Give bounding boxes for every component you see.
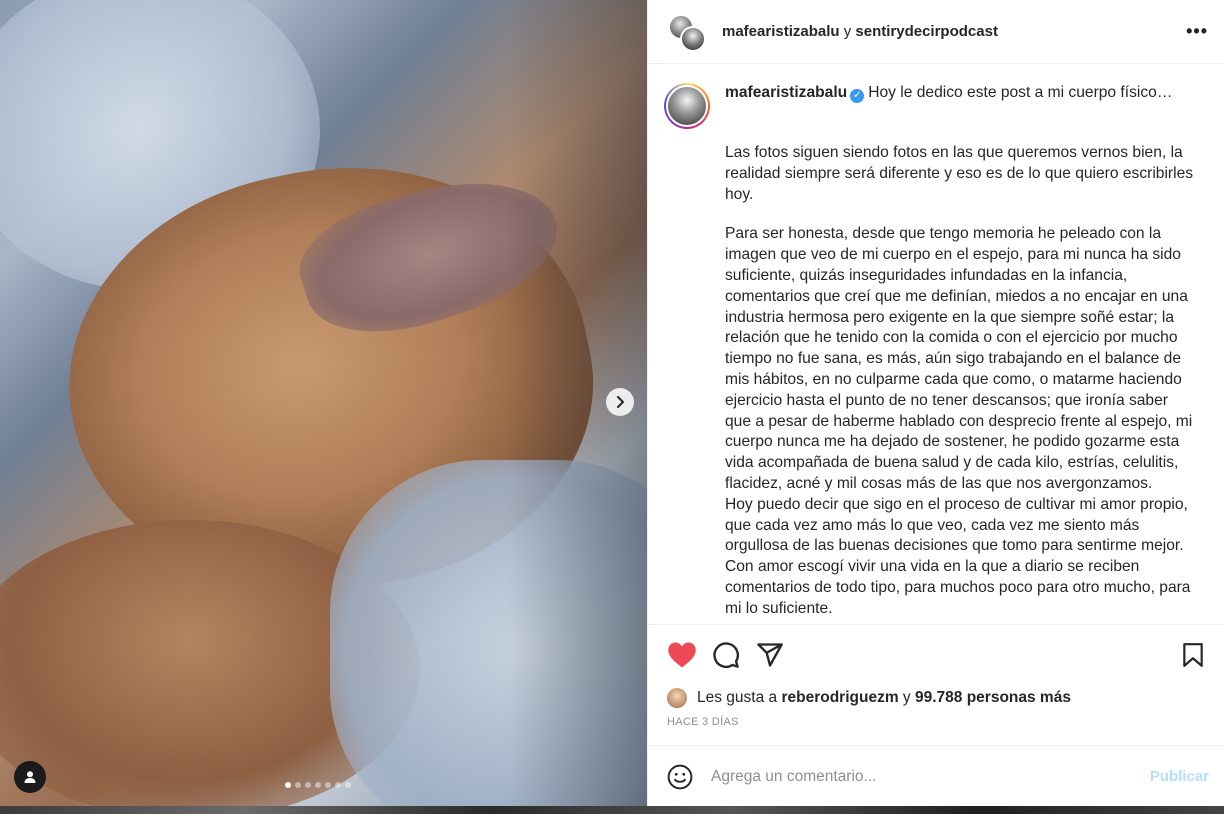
author-link[interactable]: sentirydecirpodcast	[855, 23, 998, 40]
slide-dot	[345, 782, 351, 788]
user-tag-icon	[24, 771, 36, 783]
more-horizontal-icon: •••	[1186, 21, 1208, 41]
avatar	[680, 25, 706, 52]
next-slide-button[interactable]	[606, 388, 634, 416]
collab-avatars[interactable]	[668, 12, 708, 52]
post-media[interactable]	[0, 0, 647, 806]
comment-button[interactable]	[710, 639, 742, 671]
caption-paragraph: Para ser honesta, desde que tengo memori…	[725, 225, 1193, 617]
instagram-post-modal: mafearistizabalu y sentirydecirpodcast •…	[0, 0, 1224, 814]
verified-badge-icon: ✓	[850, 89, 865, 103]
likes-count[interactable]: 99.788 personas más	[915, 689, 1071, 707]
slide-dot	[315, 782, 321, 788]
slide-dot	[325, 782, 331, 788]
comment-composer: Publicar	[648, 745, 1224, 807]
like-button[interactable]	[666, 639, 698, 671]
bookmark-icon	[1183, 642, 1203, 667]
emoji-icon	[667, 764, 693, 789]
heart-filled-icon	[668, 642, 696, 667]
likes-prefix: Les gusta a	[697, 689, 778, 706]
caption-header: mafearistizabalu ✓ Hoy le dedico este post…	[664, 83, 1209, 129]
post-details-panel: mafearistizabalu y sentirydecirpodcast •…	[647, 0, 1224, 806]
slide-dot	[305, 782, 311, 788]
tagged-users-button[interactable]	[14, 761, 46, 793]
feed-thumbnail-strip	[0, 806, 1224, 814]
slide-dot	[335, 782, 341, 788]
comment-icon	[713, 641, 739, 668]
story-ring-avatar[interactable]	[664, 83, 710, 129]
slide-dot	[295, 782, 301, 788]
post-header: mafearistizabalu y sentirydecirpodcast •…	[648, 0, 1224, 64]
share-button[interactable]	[754, 639, 786, 671]
comment-input[interactable]	[711, 767, 1150, 786]
slide-indicator	[285, 782, 351, 788]
post-caption[interactable]: mafearistizabalu ✓ Hoy le dedico este post…	[648, 65, 1224, 623]
post-timestamp[interactable]: HACE 3 DÍAS	[667, 716, 739, 728]
more-options-button[interactable]: •••	[1186, 21, 1208, 42]
slide-dot	[285, 782, 291, 788]
collab-authors: mafearistizabalu y sentirydecirpodcast	[722, 23, 1186, 40]
avatar	[667, 688, 687, 708]
caption-intro: Hoy le dedico este post a mi cuerpo físi…	[868, 84, 1173, 101]
post-actions	[648, 624, 1224, 684]
chevron-right-icon	[617, 396, 624, 408]
caption-username[interactable]: mafearistizabalu	[725, 84, 847, 101]
likes-joiner: y	[902, 689, 911, 706]
share-icon	[757, 642, 783, 667]
emoji-button[interactable]	[666, 763, 694, 791]
publish-button[interactable]: Publicar	[1150, 768, 1209, 785]
likes-summary[interactable]: Les gusta a reberodriguezm y 99.788 pers…	[667, 688, 1071, 708]
authors-joiner: y	[843, 23, 852, 40]
caption-paragraph: Las fotos siguen siendo fotos en las que…	[725, 144, 1194, 203]
liker-username[interactable]: reberodriguezm	[781, 689, 898, 707]
avatar	[666, 85, 708, 127]
caption-first-line: mafearistizabalu ✓ Hoy le dedico este post…	[725, 83, 1195, 104]
save-button[interactable]	[1177, 639, 1209, 671]
author-link[interactable]: mafearistizabalu	[722, 23, 840, 40]
